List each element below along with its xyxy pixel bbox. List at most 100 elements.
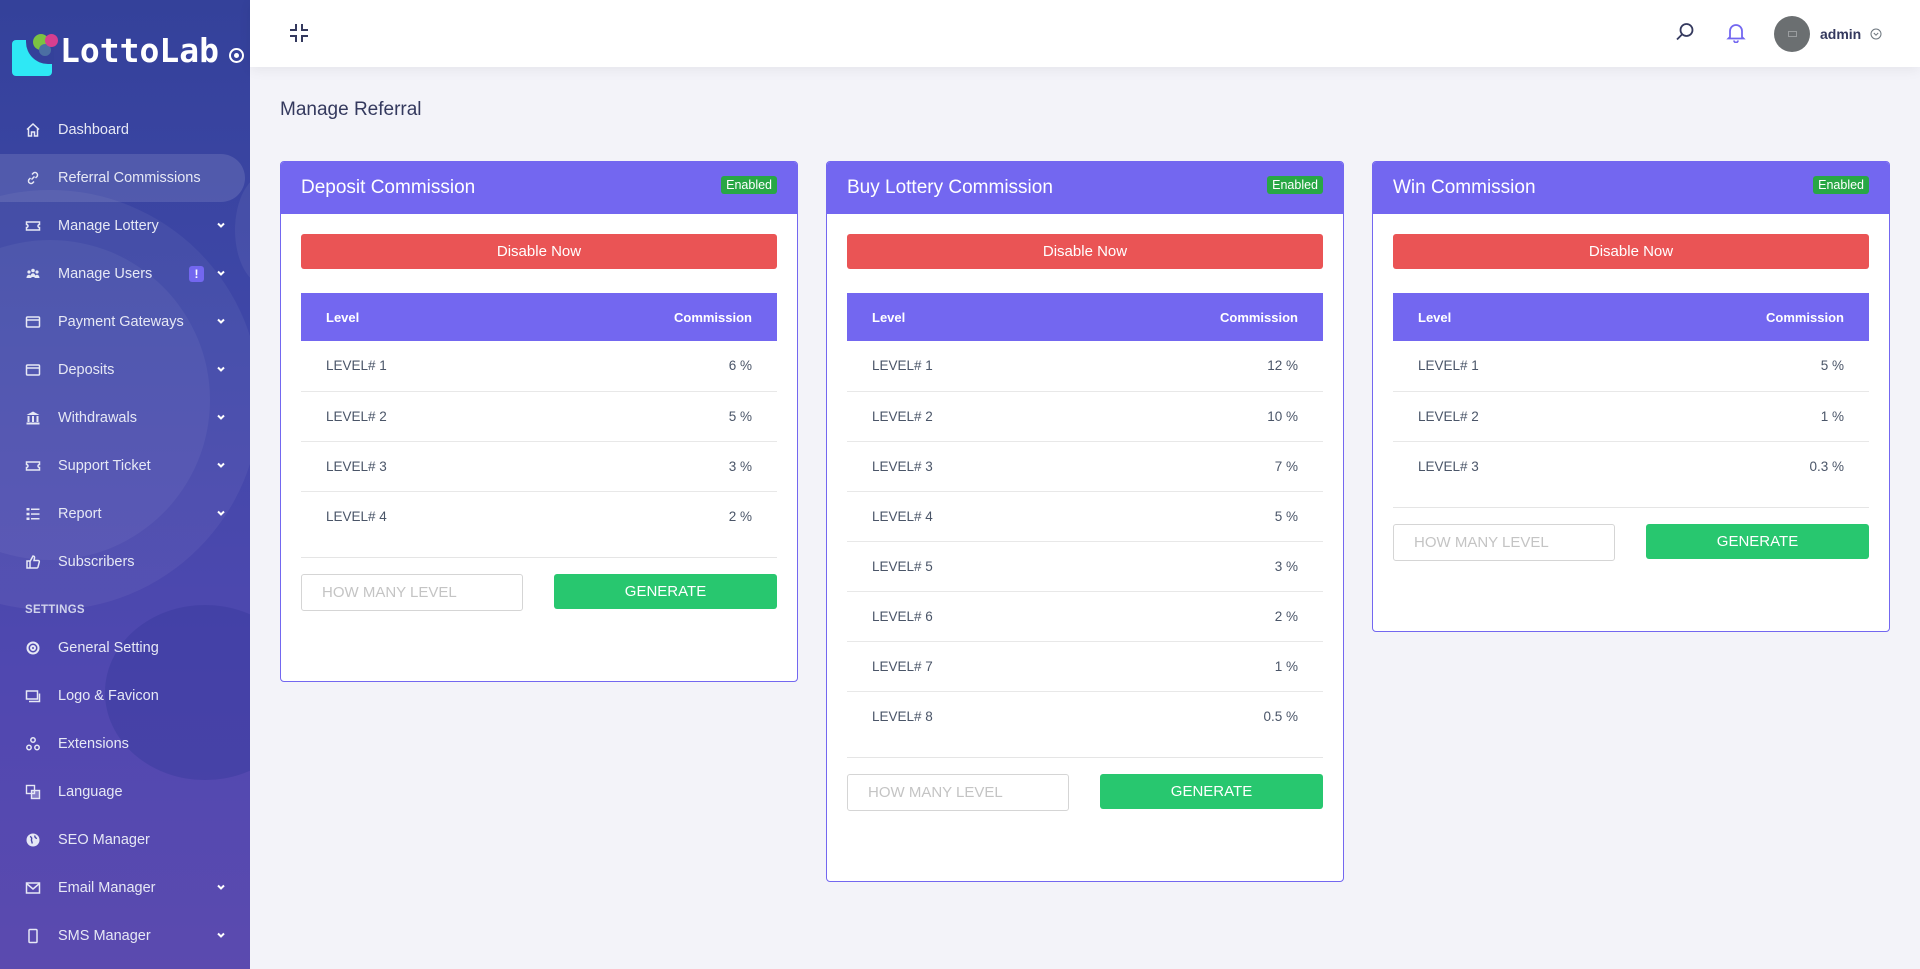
sidebar-item-subscribers[interactable]: Subscribers: [0, 538, 250, 586]
generate-form: GENERATE: [301, 557, 777, 611]
sidebar-item-email-manager[interactable]: Email Manager: [0, 864, 250, 912]
sidebar-item-manage-users[interactable]: Manage Users !: [0, 250, 250, 298]
commission-cell: 1 %: [1063, 641, 1323, 692]
how-many-level-input[interactable]: [1393, 524, 1615, 561]
table-row: LEVEL# 62 %: [847, 591, 1323, 642]
level-cell: LEVEL# 4: [847, 491, 1064, 542]
disable-now-button[interactable]: Disable Now: [847, 234, 1323, 269]
column-header-commission: Commission: [1609, 293, 1869, 341]
sidebar-item-deposits[interactable]: Deposits: [0, 346, 250, 394]
chevron-circle-down-icon[interactable]: [1870, 28, 1882, 40]
sidebar-nav: Dashboard Referral Commissions Manage Lo…: [0, 106, 250, 960]
column-header-commission: Commission: [517, 293, 777, 341]
level-cell: LEVEL# 1: [847, 341, 1064, 392]
users-icon: [25, 266, 41, 282]
sidebar-item-label: Language: [58, 784, 123, 800]
avatar[interactable]: [1774, 16, 1810, 52]
win-commission-card: Win Commission Enabled Disable Now Level…: [1372, 161, 1890, 632]
language-icon: [25, 784, 41, 800]
commission-cell: 10 %: [1063, 391, 1323, 442]
alert-badge: !: [189, 266, 204, 282]
sidebar-item-payment-gateways[interactable]: Payment Gateways: [0, 298, 250, 346]
chevron-down-icon: [217, 270, 225, 276]
chevron-down-icon: [217, 366, 225, 372]
level-cell: LEVEL# 2: [847, 391, 1064, 442]
sidebar-item-extensions[interactable]: Extensions: [0, 720, 250, 768]
sidebar-item-label: Deposits: [58, 362, 115, 378]
sidebar-item-label: Extensions: [58, 736, 129, 752]
card-header: Deposit Commission Enabled: [281, 162, 797, 214]
how-many-level-input[interactable]: [301, 574, 523, 611]
table-row: LEVEL# 37 %: [847, 441, 1323, 492]
level-cell: LEVEL# 4: [326, 508, 387, 524]
commission-table: Level Commission LEVEL# 1 12 % LEVEL# 2 10…: [847, 293, 1323, 741]
fullscreen-exit-icon[interactable]: [288, 22, 310, 44]
logo-mark-icon: [12, 30, 58, 76]
ticket-icon: [25, 458, 41, 474]
generate-form: GENERATE: [847, 757, 1323, 811]
sidebar-item-label: Report: [58, 506, 102, 522]
buy-lottery-commission-card: Buy Lottery Commission Enabled Disable N…: [826, 161, 1344, 882]
deposit-commission-card: Deposit Commission Enabled Disable Now L…: [280, 161, 798, 682]
sidebar-item-label: SEO Manager: [58, 832, 150, 848]
level-cell: LEVEL# 7: [847, 641, 1064, 692]
level-cell: LEVEL# 3: [301, 441, 518, 492]
card-title: Deposit Commission: [301, 177, 476, 198]
sidebar-item-label: Manage Lottery: [58, 218, 159, 234]
sidebar-item-withdrawals[interactable]: Withdrawals: [0, 394, 250, 442]
sidebar-item-seo-manager[interactable]: SEO Manager: [0, 816, 250, 864]
brand-name: LottoLab: [60, 30, 219, 70]
sidebar-item-label: Withdrawals: [58, 410, 137, 426]
table-row: LEVEL# 25 %: [301, 391, 777, 442]
chevron-down-icon: [217, 932, 225, 938]
sidebar-item-general-setting[interactable]: General Setting: [0, 624, 250, 672]
commission-cell: 5 %: [1063, 491, 1323, 542]
sidebar-item-logo-favicon[interactable]: Logo & Favicon: [0, 672, 250, 720]
level-cell: LEVEL# 2: [1393, 391, 1610, 442]
disable-now-button[interactable]: Disable Now: [301, 234, 777, 269]
generate-button[interactable]: GENERATE: [1100, 774, 1323, 809]
top-bar: admin: [250, 0, 1920, 67]
card-header: Win Commission Enabled: [1373, 162, 1889, 214]
sidebar-item-label: Payment Gateways: [58, 314, 184, 330]
brand-logo[interactable]: LottoLab: [12, 18, 244, 76]
status-badge: Enabled: [1813, 176, 1869, 194]
table-row: LEVEL# 3 0.3 %: [1393, 441, 1869, 491]
table-row: LEVEL# 2 10 %: [847, 391, 1323, 442]
search-icon[interactable]: [1674, 21, 1696, 43]
user-menu[interactable]: admin: [1774, 16, 1882, 52]
table-row: LEVEL# 16 %: [301, 341, 777, 392]
sidebar-item-referral-commissions[interactable]: Referral Commissions: [0, 154, 245, 202]
chevron-down-icon: [217, 318, 225, 324]
commission-cell: 1 %: [1609, 391, 1869, 442]
how-many-level-input[interactable]: [847, 774, 1069, 811]
images-icon: [25, 688, 41, 704]
chevron-down-icon: [217, 462, 225, 468]
sidebar-item-sms-manager[interactable]: SMS Manager: [0, 912, 250, 960]
disable-now-button[interactable]: Disable Now: [1393, 234, 1869, 269]
mobile-icon: [25, 928, 41, 944]
sidebar-item-manage-lottery[interactable]: Manage Lottery: [0, 202, 250, 250]
envelope-icon: [25, 880, 41, 896]
sidebar-item-dashboard[interactable]: Dashboard: [0, 106, 250, 154]
status-badge: Enabled: [721, 176, 777, 194]
generate-button[interactable]: GENERATE: [1646, 524, 1869, 559]
bell-icon[interactable]: [1725, 21, 1747, 43]
sidebar-item-language[interactable]: Language: [0, 768, 250, 816]
sidebar-item-label: Referral Commissions: [58, 170, 201, 186]
column-header-level: Level: [1393, 293, 1610, 341]
commission-cell: 0.3 %: [1809, 458, 1844, 474]
table-row: LEVEL# 33 %: [301, 441, 777, 492]
commission-cell: 3 %: [517, 441, 777, 492]
sidebar-item-report[interactable]: Report: [0, 490, 250, 538]
sidebar-item-support-ticket[interactable]: Support Ticket: [0, 442, 250, 490]
generate-button[interactable]: GENERATE: [554, 574, 777, 609]
column-header-level: Level: [301, 293, 518, 341]
commission-cell: 12 %: [1063, 341, 1323, 392]
level-cell: LEVEL# 1: [1393, 341, 1610, 392]
sidebar-toggle-icon[interactable]: [228, 47, 244, 63]
commission-cell: 2 %: [728, 508, 752, 524]
thumbs-up-icon: [25, 554, 41, 570]
column-header-commission: Commission: [1063, 293, 1323, 341]
table-row: LEVEL# 45 %: [847, 491, 1323, 542]
